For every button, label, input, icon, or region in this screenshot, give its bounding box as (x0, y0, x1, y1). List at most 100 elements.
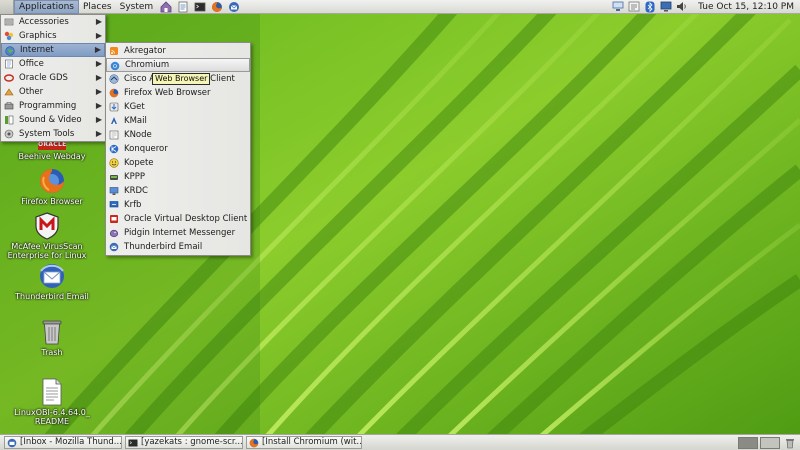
menu-item-oracle-vdc[interactable]: Oracle Virtual Desktop Client (106, 212, 250, 226)
menu-item-label: Oracle GDS (19, 73, 68, 83)
terminal-icon[interactable] (193, 0, 206, 13)
places-menu-button[interactable]: Places (79, 0, 116, 14)
panel-handle (0, 0, 14, 14)
desktop-icon-firefox[interactable]: Firefox Browser (12, 167, 92, 206)
chevron-right-icon: ▶ (95, 129, 102, 138)
mcafee-shield-icon (35, 212, 59, 240)
chevron-right-icon: ▶ (95, 31, 102, 40)
taskbar-item-thunderbird[interactable]: [Inbox - Mozilla Thund... (4, 436, 122, 449)
trash-icon[interactable] (784, 437, 796, 449)
menu-item-accessories[interactable]: Accessories ▶ (1, 15, 105, 29)
taskbar-item-label: [Install Chromium (wit... (262, 437, 362, 447)
taskbar-item-terminal[interactable]: [yazekats : gnome-scr... (125, 436, 243, 449)
desktop-icon-trash[interactable]: Trash (12, 318, 92, 357)
menu-item-label: Programming (19, 101, 77, 111)
desktop-icon-label: McAfee VirusScan (11, 242, 83, 251)
chevron-right-icon: ▶ (94, 45, 101, 54)
system-menu-button[interactable]: System (116, 0, 158, 14)
chevron-right-icon: ▶ (95, 101, 102, 110)
bluetooth-icon[interactable] (644, 1, 656, 13)
menu-item-label: Graphics (19, 31, 57, 41)
menu-item-chromium[interactable]: Chromium (106, 58, 250, 72)
text-file-icon (41, 378, 63, 406)
menu-item-label: Firefox Web Browser (124, 88, 211, 98)
menu-item-konqueror[interactable]: Konqueror (106, 142, 250, 156)
network-icon[interactable] (612, 1, 624, 13)
menu-item-other[interactable]: Other ▶ (1, 85, 105, 99)
menu-item-kopete[interactable]: Kopete (106, 156, 250, 170)
menu-item-label: KRDC (124, 186, 148, 196)
thunderbird-icon[interactable] (227, 0, 240, 13)
oracle-vdc-icon (109, 214, 119, 224)
krfb-icon (109, 200, 119, 210)
menu-item-label: Pidgin Internet Messenger (124, 228, 236, 238)
menu-item-label: KMail (124, 116, 147, 126)
menu-item-label: Accessories (19, 17, 69, 27)
menu-item-system-tools[interactable]: System Tools ▶ (1, 127, 105, 141)
home-folder-icon[interactable] (159, 0, 172, 13)
knode-icon (109, 130, 119, 140)
applications-menu-button[interactable]: Applications (14, 0, 79, 14)
menu-item-kmail[interactable]: KMail (106, 114, 250, 128)
menu-item-knode[interactable]: KNode (106, 128, 250, 142)
menu-item-thunderbird[interactable]: Thunderbird Email (106, 240, 250, 254)
menu-item-label: Oracle Virtual Desktop Client (124, 214, 248, 224)
display-icon[interactable] (660, 1, 672, 13)
clock[interactable]: Tue Oct 15, 12:10 PM (698, 2, 794, 12)
menu-item-graphics[interactable]: Graphics ▶ (1, 29, 105, 43)
volume-icon[interactable] (676, 1, 688, 13)
thunderbird-icon (7, 438, 17, 448)
menu-item-label: KNode (124, 130, 152, 140)
desktop-icon-thunderbird[interactable]: Thunderbird Email (12, 262, 92, 301)
pidgin-icon (109, 228, 119, 238)
menu-item-krfb[interactable]: Krfb (106, 198, 250, 212)
menu-item-kppp[interactable]: KPPP (106, 170, 250, 184)
oracle-icon (4, 73, 14, 83)
tooltip: Web Browser (152, 73, 211, 85)
desktop-icon-label: README (34, 417, 70, 426)
menu-item-label: Cisco A (124, 74, 156, 84)
cisco-icon (109, 74, 119, 84)
firefox-icon[interactable] (210, 0, 223, 13)
chevron-right-icon: ▶ (95, 87, 102, 96)
menu-item-internet[interactable]: Internet ▶ (1, 43, 105, 57)
desktop-icon-label: Trash (41, 348, 63, 357)
menu-item-label: KGet (124, 102, 145, 112)
desktop-icon-label: Enterprise for Linux (7, 251, 87, 260)
desktop-icon-label: Firefox Browser (21, 197, 83, 206)
taskbar-item-label: [yazekats : gnome-scr... (141, 437, 243, 447)
menu-item-oracle-gds[interactable]: Oracle GDS ▶ (1, 71, 105, 85)
chromium-icon (110, 61, 120, 71)
workspace-2[interactable] (760, 436, 780, 449)
menu-item-sound-video[interactable]: Sound & Video ▶ (1, 113, 105, 127)
taskbar-item-label: [Inbox - Mozilla Thund... (20, 437, 122, 447)
office-icon (4, 59, 14, 69)
workspace-1[interactable] (738, 436, 758, 449)
chevron-right-icon: ▶ (95, 115, 102, 124)
kppp-icon (109, 172, 119, 182)
desktop-icon-readme[interactable]: LinuxOBI-6.4.64.0_ README (12, 378, 92, 426)
menu-item-label: Internet (20, 45, 54, 55)
menu-item-label: Kopete (124, 158, 154, 168)
taskbar-item-firefox[interactable]: [Install Chromium (wit... (246, 436, 362, 449)
firefox-icon (109, 88, 119, 98)
menu-item-label: KPPP (124, 172, 145, 182)
update-icon[interactable] (628, 1, 640, 13)
menu-item-programming[interactable]: Programming ▶ (1, 99, 105, 113)
thunderbird-icon (109, 242, 119, 252)
menu-item-akregator[interactable]: Akregator (106, 44, 250, 58)
applications-menu: Accessories ▶ Graphics ▶ Internet ▶ Offi… (0, 14, 106, 142)
system-tray: Tue Oct 15, 12:10 PM (610, 0, 800, 14)
menu-item-kget[interactable]: KGet (106, 100, 250, 114)
desktop-icon-mcafee[interactable]: McAfee VirusScan Enterprise for Linux (7, 212, 87, 260)
text-editor-icon[interactable] (176, 0, 189, 13)
thunderbird-icon (38, 262, 66, 290)
menu-item-firefox[interactable]: Firefox Web Browser (106, 86, 250, 100)
menu-item-office[interactable]: Office ▶ (1, 57, 105, 71)
internet-globe-icon (5, 46, 15, 56)
menu-item-pidgin[interactable]: Pidgin Internet Messenger (106, 226, 250, 240)
desktop-icon-beehive[interactable]: ORACLE Beehive Webday (12, 140, 92, 161)
menu-item-krdc[interactable]: KRDC (106, 184, 250, 198)
menu-item-label: Office (19, 59, 44, 69)
menu-item-label: Akregator (124, 46, 166, 56)
